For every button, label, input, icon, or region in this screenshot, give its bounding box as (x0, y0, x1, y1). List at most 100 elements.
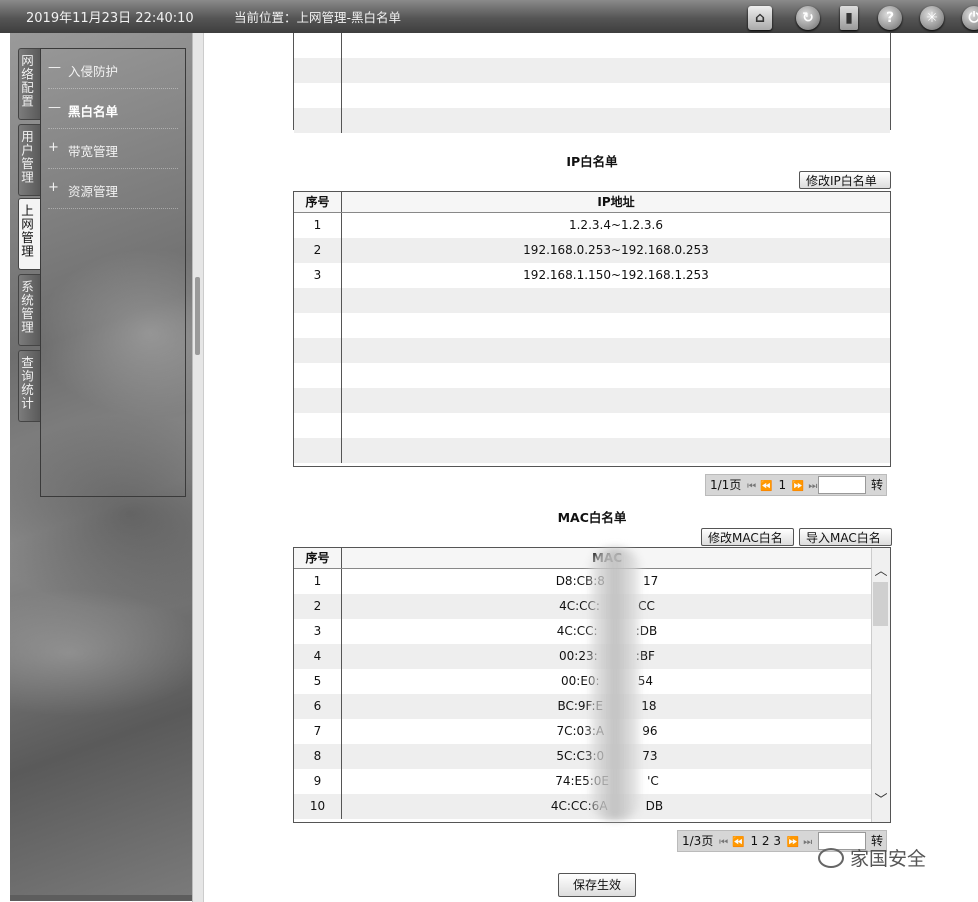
sidebar-item-intrusion-prevention[interactable]: — 入侵防护 (48, 50, 178, 89)
scrollbar-thumb[interactable] (873, 582, 888, 626)
row-index (294, 338, 342, 363)
mac-table-body: 序号 MAC 1D8:CB:8 1724C:CC: CC34C:CC: :DB4… (294, 548, 872, 819)
sidebar-item-label: 黑白名单 (68, 104, 119, 119)
row-index (294, 438, 342, 463)
table-row: 2 4C:CC: CC (294, 594, 872, 619)
tab-internet-management[interactable]: 上网管理 (18, 198, 40, 270)
prev-page-icon[interactable]: ⏪ (760, 481, 772, 492)
save-apply-button[interactable]: 保存生效 (558, 873, 636, 897)
table-row: 3 192.168.1.150~192.168.1.253 (294, 263, 890, 288)
row-index: 2 (294, 238, 342, 263)
wechat-icon (818, 848, 844, 868)
tab-user-management[interactable]: 用户管理 (18, 124, 40, 196)
row-address (342, 388, 890, 413)
table-row (294, 288, 890, 313)
table-row (294, 108, 890, 133)
table-row: 7 7C:03:A 96 (294, 719, 872, 744)
splitter-grip[interactable] (195, 277, 200, 355)
row-index (294, 363, 342, 388)
tab-label: 查询统计 (19, 356, 34, 410)
collapse-icon: — (48, 60, 61, 75)
scroll-up-icon[interactable]: ︿ (872, 560, 890, 579)
row-index: 7 (294, 719, 342, 744)
table-row: 9 74:E5:0E 'C (294, 769, 872, 794)
row-index: 3 (294, 263, 342, 288)
table-row: 1 1.2.3.4~1.2.3.6 (294, 213, 890, 238)
left-margin (0, 33, 10, 902)
import-mac-whitelist-button[interactable]: 导入MAC白名单 (799, 528, 892, 563)
prev-page-icon[interactable]: ⏪ (732, 837, 744, 848)
table-row (294, 338, 890, 363)
home-icon[interactable]: ⌂ (748, 6, 772, 30)
row-address (342, 313, 890, 338)
ip-whitelist-table: 序号 IP地址 1 1.2.3.4~1.2.3.6 2 192.168.0.253~1… (293, 191, 891, 467)
scroll-down-icon[interactable]: ﹀ (872, 789, 890, 808)
panel-splitter[interactable] (192, 33, 204, 902)
power-icon[interactable]: ⏻ (962, 6, 978, 30)
table-row (294, 83, 890, 108)
tab-label: 上网管理 (19, 204, 34, 258)
row-index (294, 313, 342, 338)
first-page-icon[interactable]: ⏮ (747, 481, 756, 492)
last-page-icon[interactable]: ⏭ (803, 837, 812, 848)
row-address: 192.168.0.253~192.168.0.253 (523, 243, 709, 257)
table-row (294, 33, 890, 58)
page-link[interactable]: 2 (762, 834, 770, 848)
sidebar-item-black-white-list[interactable]: — 黑白名单 (48, 90, 178, 129)
tab-label: 系统管理 (19, 280, 34, 334)
tab-query-statistics[interactable]: 查询统计 (18, 350, 40, 422)
edit-ip-whitelist-button[interactable]: 修改IP白名单 (799, 171, 891, 189)
table-header: 序号 IP地址 (294, 192, 890, 213)
privacy-blur (590, 548, 640, 820)
edit-mac-whitelist-button[interactable]: 修改MAC白名单 (701, 528, 794, 563)
col-index-header: 序号 (294, 548, 342, 568)
refresh-icon[interactable]: ↻ (796, 6, 820, 30)
page-jump-input[interactable] (818, 476, 866, 494)
next-page-icon[interactable]: ⏩ (792, 481, 804, 492)
mac-table-scrollbar[interactable]: ︿ ﹀ (871, 548, 890, 822)
table-header: 序号 MAC (294, 548, 872, 569)
last-page-icon[interactable]: ⏭ (808, 481, 817, 492)
sidebar-item-resource-management[interactable]: + 资源管理 (48, 170, 178, 209)
help-icon[interactable]: ? (878, 6, 902, 30)
table-row: 5 00:E0: 54 (294, 669, 872, 694)
row-address: 192.168.1.150~192.168.1.253 (523, 268, 709, 282)
sidebar-item-bandwidth-management[interactable]: + 带宽管理 (48, 130, 178, 169)
page-link[interactable]: 1 (750, 834, 758, 848)
tab-network-config[interactable]: 网络配置 (18, 48, 40, 120)
next-page-icon[interactable]: ⏩ (787, 837, 799, 848)
go-button[interactable]: 转 (871, 475, 883, 495)
first-page-icon[interactable]: ⏮ (719, 837, 728, 848)
table-row (294, 438, 890, 463)
collapse-icon: — (48, 100, 61, 115)
col-index-header: 序号 (294, 192, 342, 212)
row-index (294, 413, 342, 438)
tab-label: 网络配置 (19, 54, 34, 108)
row-address (342, 363, 890, 388)
logout-icon[interactable]: ▮ (840, 6, 858, 30)
settings-icon[interactable]: ✳ (920, 6, 944, 30)
sidebar-item-label: 资源管理 (68, 184, 119, 199)
expand-icon: + (48, 180, 59, 195)
row-index: 1 (294, 213, 342, 238)
row-index (294, 288, 342, 313)
watermark: 家国安全 (818, 844, 926, 871)
row-index: 4 (294, 644, 342, 669)
prev-list-table (293, 33, 891, 133)
table-row: 2 192.168.0.253~192.168.0.253 (294, 238, 890, 263)
row-index: 3 (294, 619, 342, 644)
table-row: 3 4C:CC: :DB (294, 619, 872, 644)
tab-system-management[interactable]: 系统管理 (18, 274, 40, 346)
row-index: 10 (294, 794, 342, 819)
top-bar: 2019年11月23日 22:40:10 当前位置：上网管理-黑白名单 ⌂ ↻ … (0, 0, 978, 33)
ip-whitelist-title: IP白名单 (566, 154, 618, 169)
table-row: 4 00:23: :BF (294, 644, 872, 669)
page-link[interactable]: 3 (773, 834, 781, 848)
table-row (294, 313, 890, 338)
table-row: 6 BC:9F:E 18 (294, 694, 872, 719)
col-ip-header: IP地址 (597, 195, 635, 209)
expand-icon: + (48, 140, 59, 155)
page-link[interactable]: 1 (778, 478, 786, 492)
watermark-text: 家国安全 (850, 848, 927, 870)
row-index: 5 (294, 669, 342, 694)
